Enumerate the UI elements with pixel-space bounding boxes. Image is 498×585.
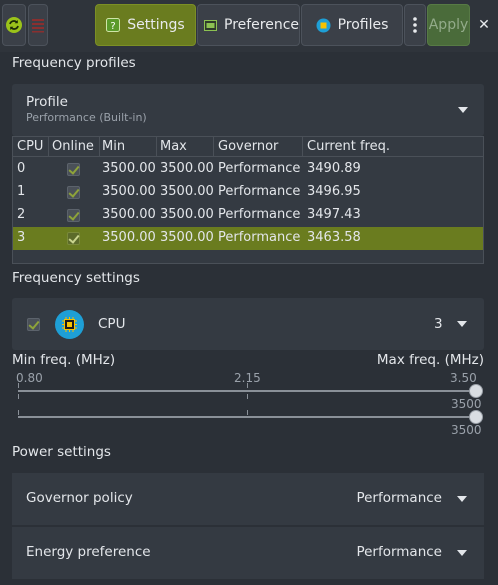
table-row[interactable]: 2 3500.00 3500.00 Performance 3497.43 xyxy=(13,204,483,227)
max-freq-label: Max freq. (MHz) xyxy=(376,352,484,368)
table-row-selected[interactable]: 3 3500.00 3500.00 Performance 3463.58 xyxy=(13,227,483,250)
cell-current-freq: 3497.43 xyxy=(307,207,361,222)
power-settings-heading: Power settings xyxy=(12,444,111,460)
cell-cpu: 2 xyxy=(17,207,26,222)
cell-min: 3500.00 xyxy=(102,161,156,176)
cpu-table: CPU Online Min Max Governor Current freq… xyxy=(12,136,484,264)
column-divider xyxy=(156,137,157,157)
frequency-settings-heading: Frequency settings xyxy=(12,270,140,286)
cpu-chip-icon xyxy=(55,310,84,339)
cell-min: 3500.00 xyxy=(102,207,156,222)
log-button[interactable] xyxy=(28,4,48,46)
governor-policy-value: Performance xyxy=(356,490,442,506)
column-header-governor[interactable]: Governor xyxy=(218,139,278,154)
energy-preference-selector[interactable]: Energy preference Performance xyxy=(12,527,484,579)
column-header-current-freq[interactable]: Current freq. xyxy=(307,139,390,154)
frequency-profiles-heading: Frequency profiles xyxy=(12,55,136,71)
chevron-down-icon xyxy=(457,496,467,502)
chevron-down-icon xyxy=(457,321,467,327)
slider-tick xyxy=(18,394,19,399)
min-freq-value: 3500 xyxy=(451,397,482,411)
energy-preference-value: Performance xyxy=(356,544,442,560)
svg-text:?: ? xyxy=(111,21,116,32)
min-freq-label: Min freq. (MHz) xyxy=(12,352,116,368)
online-checkbox[interactable] xyxy=(67,232,80,245)
column-divider xyxy=(302,137,303,157)
cell-governor: Performance xyxy=(218,230,301,245)
apply-button-label: Apply xyxy=(428,17,469,33)
toolbar: ? Settings Preferences Profiles Apply ✕ xyxy=(0,0,498,52)
scale-max-label: 3.50 xyxy=(450,371,477,385)
cell-current-freq: 3463.58 xyxy=(307,230,361,245)
cell-cpu: 1 xyxy=(17,184,26,199)
max-freq-value: 3500 xyxy=(451,423,482,437)
governor-policy-label: Governor policy xyxy=(26,490,133,506)
table-row[interactable]: 1 3500.00 3500.00 Performance 3496.95 xyxy=(13,181,483,204)
column-header-cpu[interactable]: CPU xyxy=(17,139,43,154)
cell-max: 3500.00 xyxy=(160,184,214,199)
close-button[interactable]: ✕ xyxy=(474,14,494,36)
more-options-button[interactable] xyxy=(404,4,426,46)
tab-preferences-label: Preferences xyxy=(224,17,300,33)
slider-tick xyxy=(18,383,19,388)
slider-tick xyxy=(18,410,19,415)
close-icon: ✕ xyxy=(478,17,490,33)
table-row[interactable]: 0 3500.00 3500.00 Performance 3490.89 xyxy=(13,158,483,181)
scale-min-label: 0.80 xyxy=(16,371,43,385)
cpu-label: CPU xyxy=(98,316,126,332)
profiles-icon xyxy=(316,18,331,33)
slider-tick xyxy=(247,383,248,388)
column-header-max[interactable]: Max xyxy=(160,139,187,154)
cell-max: 3500.00 xyxy=(160,161,214,176)
tab-preferences[interactable]: Preferences xyxy=(197,4,300,46)
energy-preference-label: Energy preference xyxy=(26,544,151,560)
cell-current-freq: 3490.89 xyxy=(307,161,361,176)
max-freq-slider[interactable] xyxy=(18,416,476,418)
column-header-online[interactable]: Online xyxy=(52,139,94,154)
table-header: CPU Online Min Max Governor Current freq… xyxy=(13,137,483,157)
list-icon xyxy=(31,17,45,33)
column-divider xyxy=(48,137,49,157)
governor-policy-selector[interactable]: Governor policy Performance xyxy=(12,473,484,525)
min-freq-slider[interactable] xyxy=(18,390,476,392)
column-divider xyxy=(99,137,100,157)
min-freq-slider-handle[interactable] xyxy=(469,384,483,398)
tab-profiles-label: Profiles xyxy=(337,17,389,33)
profile-value: Performance (Built-in) xyxy=(26,111,147,124)
column-divider xyxy=(213,137,214,157)
cell-max: 3500.00 xyxy=(160,207,214,222)
profile-label: Profile xyxy=(26,94,68,110)
preferences-icon xyxy=(204,19,217,31)
online-checkbox[interactable] xyxy=(67,163,80,176)
cell-max: 3500.00 xyxy=(160,230,214,245)
tab-settings-label: Settings xyxy=(127,17,185,33)
apply-button[interactable]: Apply xyxy=(427,4,470,46)
cell-governor: Performance xyxy=(218,207,301,222)
cell-min: 3500.00 xyxy=(102,230,156,245)
cpu-enable-checkbox[interactable] xyxy=(27,318,40,331)
cell-cpu: 0 xyxy=(17,161,26,176)
cell-current-freq: 3496.95 xyxy=(307,184,361,199)
chevron-down-icon xyxy=(457,550,467,556)
refresh-icon xyxy=(5,16,23,34)
slider-tick xyxy=(247,410,248,415)
settings-icon: ? xyxy=(106,18,121,32)
cell-governor: Performance xyxy=(218,184,301,199)
cpu-selector[interactable]: CPU 3 xyxy=(12,298,484,350)
cpu-value: 3 xyxy=(434,316,443,332)
cell-cpu: 3 xyxy=(17,230,26,245)
max-freq-slider-handle[interactable] xyxy=(469,410,483,424)
refresh-button[interactable] xyxy=(2,4,26,46)
tab-settings[interactable]: ? Settings xyxy=(95,4,196,46)
more-vertical-icon xyxy=(413,17,417,33)
cell-min: 3500.00 xyxy=(102,184,156,199)
tab-profiles[interactable]: Profiles xyxy=(301,4,403,46)
online-checkbox[interactable] xyxy=(67,186,80,199)
chevron-down-icon xyxy=(458,107,468,113)
profile-selector[interactable]: Profile Performance (Built-in) xyxy=(12,84,484,136)
slider-tick xyxy=(247,394,248,399)
cell-governor: Performance xyxy=(218,161,301,176)
online-checkbox[interactable] xyxy=(67,209,80,222)
column-header-min[interactable]: Min xyxy=(102,139,125,154)
